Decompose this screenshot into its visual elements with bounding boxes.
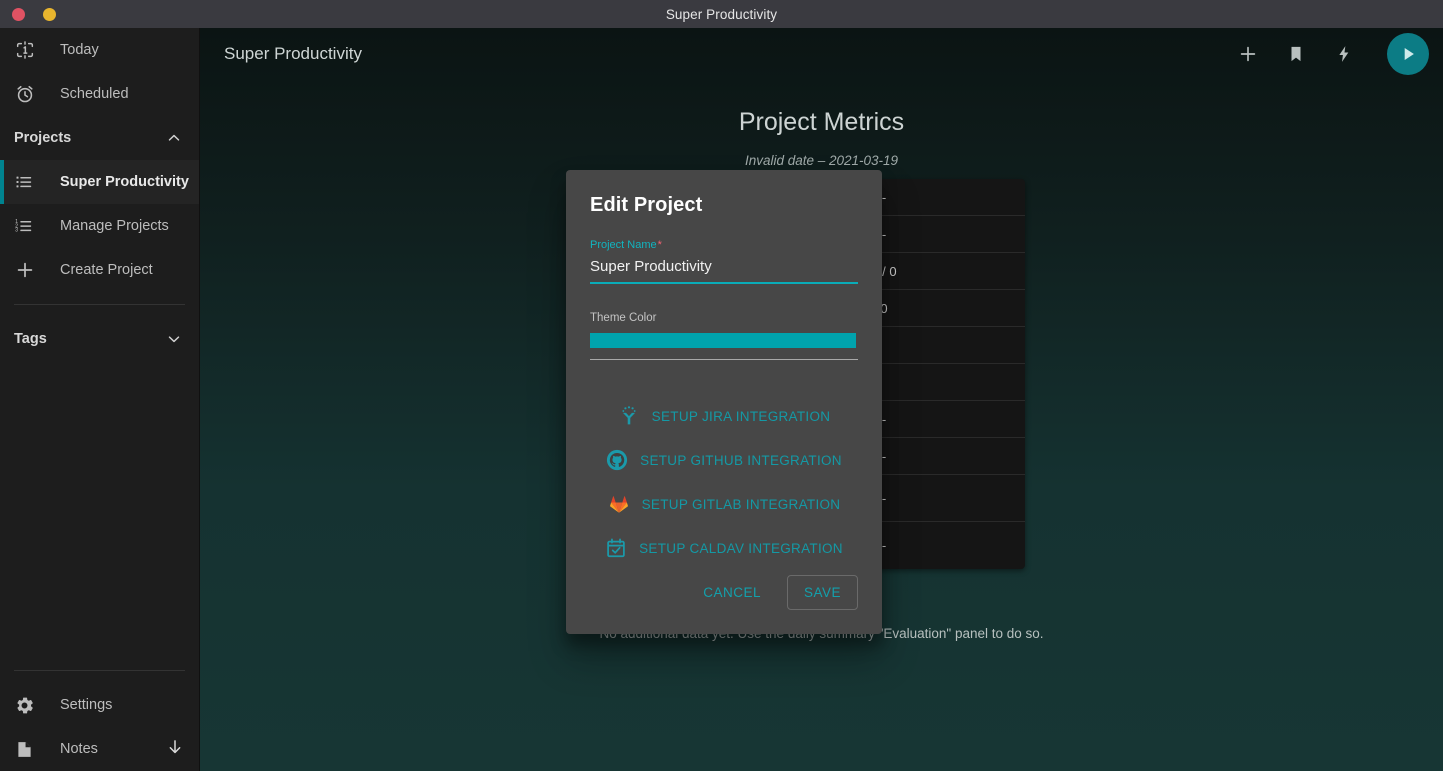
window-controls xyxy=(12,7,56,21)
window-close-button[interactable] xyxy=(12,7,25,21)
bookmark-icon[interactable] xyxy=(1283,41,1309,67)
theme-color-label: Theme Color xyxy=(590,312,657,324)
jira-icon xyxy=(618,405,640,427)
caldav-calendar-icon xyxy=(605,537,627,559)
project-name-label: Project Name* xyxy=(590,239,858,251)
top-toolbar: Super Productivity xyxy=(200,28,1443,80)
sidebar-item-label: Settings xyxy=(60,697,113,713)
plus-icon[interactable] xyxy=(1235,41,1261,67)
theme-color-swatch[interactable] xyxy=(590,333,856,348)
integration-label: SETUP JIRA INTEGRATION xyxy=(651,408,831,424)
gitlab-icon xyxy=(608,493,630,515)
section-label: Tags xyxy=(14,331,47,347)
sidebar-divider xyxy=(14,304,185,305)
chevron-down-icon[interactable] xyxy=(165,330,183,348)
dialog-actions: CANCEL SAVE xyxy=(590,575,858,610)
sidebar-item-super-productivity[interactable]: Super Productivity xyxy=(0,160,199,204)
page-title: Project Metrics xyxy=(738,108,905,136)
gear-icon xyxy=(14,695,42,716)
play-button[interactable] xyxy=(1387,33,1429,75)
numbered-list-icon: 1 2 3 xyxy=(14,216,42,236)
integration-label: SETUP GITHUB INTEGRATION xyxy=(640,452,842,468)
sidebar-divider-bottom xyxy=(14,670,185,671)
window-titlebar: Super Productivity xyxy=(0,0,1443,28)
app-window: Super Productivity Today Scheduled Proje… xyxy=(0,0,1443,771)
arrow-down-icon[interactable] xyxy=(165,737,185,761)
window-title: Super Productivity xyxy=(665,6,778,22)
save-button[interactable]: SAVE xyxy=(786,575,858,610)
dialog-title: Edit Project xyxy=(590,194,703,216)
setup-caldav-integration-button[interactable]: SETUP CALDAV INTEGRATION xyxy=(590,532,858,564)
chevron-up-icon[interactable] xyxy=(165,129,183,147)
sidebar-item-label: Notes xyxy=(60,741,98,757)
sidebar-item-label: Scheduled xyxy=(60,86,129,102)
sidebar-item-notes[interactable]: Notes xyxy=(0,727,199,771)
window-minimize-button[interactable] xyxy=(43,7,56,21)
cancel-button[interactable]: CANCEL xyxy=(691,576,773,609)
edit-project-dialog: Edit Project Project Name* Theme Color xyxy=(566,170,882,634)
theme-color-wrapper xyxy=(590,333,858,360)
sidebar-item-label: Super Productivity xyxy=(60,174,189,190)
required-marker: * xyxy=(657,239,662,251)
sidebar-item-label: Create Project xyxy=(60,262,153,278)
github-icon xyxy=(606,449,628,471)
sidebar: Today Scheduled Projects Super Productiv… xyxy=(0,28,200,771)
sidebar-item-scheduled[interactable]: Scheduled xyxy=(0,72,199,116)
project-title: Super Productivity xyxy=(224,44,362,63)
integration-label: SETUP GITLAB INTEGRATION xyxy=(641,496,841,512)
section-label: Projects xyxy=(14,130,72,146)
today-icon xyxy=(14,39,42,61)
integration-buttons: SETUP JIRA INTEGRATION SETUP GITHUB INTE… xyxy=(590,400,858,564)
label-text: Project Name xyxy=(590,239,657,251)
list-icon xyxy=(14,172,42,192)
date-range: Invalid date – 2021-03-19 xyxy=(744,153,899,168)
sidebar-item-settings[interactable]: Settings xyxy=(0,683,199,727)
setup-jira-integration-button[interactable]: SETUP JIRA INTEGRATION xyxy=(590,400,858,432)
project-name-field: Project Name* xyxy=(590,239,858,284)
svg-text:3: 3 xyxy=(15,228,18,234)
alarm-clock-icon xyxy=(14,83,42,105)
setup-github-integration-button[interactable]: SETUP GITHUB INTEGRATION xyxy=(590,444,858,476)
integration-label: SETUP CALDAV INTEGRATION xyxy=(639,540,843,556)
project-name-input[interactable] xyxy=(590,256,858,284)
toolbar-actions xyxy=(1235,33,1429,75)
setup-gitlab-integration-button[interactable]: SETUP GITLAB INTEGRATION xyxy=(590,488,858,520)
sidebar-bottom-group: Settings Notes xyxy=(0,658,199,771)
sidebar-item-label: Today xyxy=(60,42,99,58)
lightning-bolt-icon[interactable] xyxy=(1331,41,1357,67)
plus-icon xyxy=(14,259,42,281)
theme-color-field: Theme Color xyxy=(590,312,858,360)
note-icon xyxy=(14,739,42,760)
sidebar-section-projects[interactable]: Projects xyxy=(0,116,199,160)
sidebar-item-manage-projects[interactable]: 1 2 3 Manage Projects xyxy=(0,204,199,248)
sidebar-section-tags[interactable]: Tags xyxy=(0,317,199,361)
sidebar-item-today[interactable]: Today xyxy=(0,28,199,72)
sidebar-item-label: Manage Projects xyxy=(60,218,169,234)
sidebar-item-create-project[interactable]: Create Project xyxy=(0,248,199,292)
